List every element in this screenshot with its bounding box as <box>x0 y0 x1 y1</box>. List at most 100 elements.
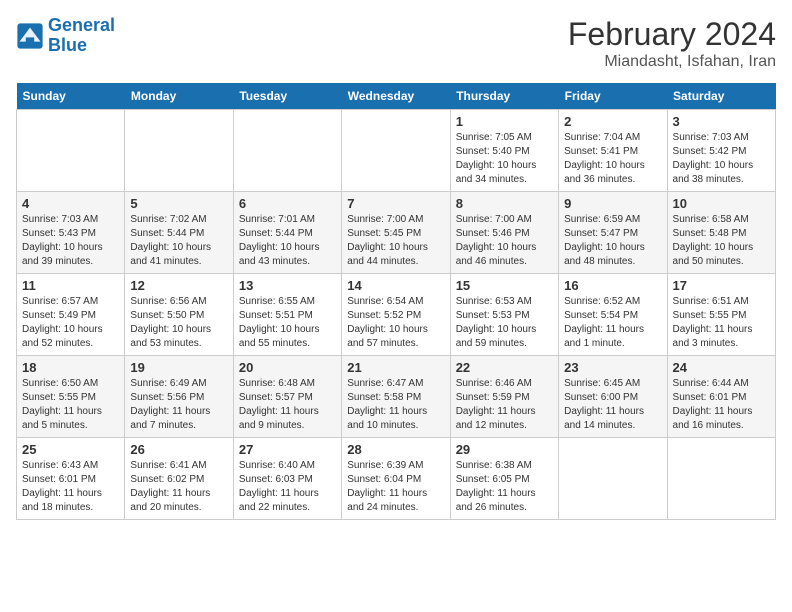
day-number: 28 <box>347 442 444 457</box>
day-number: 2 <box>564 114 661 129</box>
day-info: Sunrise: 6:53 AM Sunset: 5:53 PM Dayligh… <box>456 295 553 351</box>
day-number: 14 <box>347 278 444 293</box>
page-header: General Blue February 2024 Miandasht, Is… <box>16 16 776 71</box>
day-cell: 18 Sunrise: 6:50 AM Sunset: 5:55 PM Dayli… <box>17 356 125 438</box>
day-info: Sunrise: 6:38 AM Sunset: 6:05 PM Dayligh… <box>456 459 553 515</box>
day-cell: 12 Sunrise: 6:56 AM Sunset: 5:50 PM Dayli… <box>125 274 233 356</box>
day-cell: 3Sunrise: 7:03 AM Sunset: 5:42 PM Daylig… <box>667 110 775 192</box>
day-cell <box>559 438 667 520</box>
day-number: 3 <box>673 114 770 129</box>
day-info: Sunrise: 6:43 AM Sunset: 6:01 PM Dayligh… <box>22 459 119 515</box>
logo-text: General Blue <box>48 16 115 56</box>
day-cell: 8 Sunrise: 7:00 AM Sunset: 5:46 PM Daylig… <box>450 192 558 274</box>
day-number: 13 <box>239 278 336 293</box>
day-info: Sunrise: 6:52 AM Sunset: 5:54 PM Dayligh… <box>564 295 661 351</box>
day-cell <box>125 110 233 192</box>
day-number: 21 <box>347 360 444 375</box>
day-info: Sunrise: 6:40 AM Sunset: 6:03 PM Dayligh… <box>239 459 336 515</box>
day-number: 5 <box>130 196 227 211</box>
day-cell: 25 Sunrise: 6:43 AM Sunset: 6:01 PM Dayli… <box>17 438 125 520</box>
weekday-header-wednesday: Wednesday <box>342 83 450 110</box>
day-info: Sunrise: 7:02 AM Sunset: 5:44 PM Dayligh… <box>130 213 227 269</box>
day-cell: 16Sunrise: 6:52 AM Sunset: 5:54 PM Dayli… <box>559 274 667 356</box>
day-number: 6 <box>239 196 336 211</box>
day-cell: 27 Sunrise: 6:40 AM Sunset: 6:03 PM Dayli… <box>233 438 341 520</box>
day-number: 19 <box>130 360 227 375</box>
day-cell: 2Sunrise: 7:04 AM Sunset: 5:41 PM Daylig… <box>559 110 667 192</box>
day-number: 1 <box>456 114 553 129</box>
day-info: Sunrise: 6:56 AM Sunset: 5:50 PM Dayligh… <box>130 295 227 351</box>
day-info: Sunrise: 6:51 AM Sunset: 5:55 PM Dayligh… <box>673 295 770 351</box>
day-cell: 4 Sunrise: 7:03 AM Sunset: 5:43 PM Daylig… <box>17 192 125 274</box>
day-info: Sunrise: 6:47 AM Sunset: 5:58 PM Dayligh… <box>347 377 444 433</box>
logo-icon <box>16 22 44 50</box>
day-cell: 7 Sunrise: 7:00 AM Sunset: 5:45 PM Daylig… <box>342 192 450 274</box>
day-info: Sunrise: 7:00 AM Sunset: 5:46 PM Dayligh… <box>456 213 553 269</box>
day-number: 10 <box>673 196 770 211</box>
week-row-1: 1 Sunrise: 7:05 AM Sunset: 5:40 PM Daylig… <box>17 110 776 192</box>
day-info: Sunrise: 6:57 AM Sunset: 5:49 PM Dayligh… <box>22 295 119 351</box>
calendar-table: SundayMondayTuesdayWednesdayThursdayFrid… <box>16 83 776 520</box>
day-info: Sunrise: 6:41 AM Sunset: 6:02 PM Dayligh… <box>130 459 227 515</box>
day-cell: 28 Sunrise: 6:39 AM Sunset: 6:04 PM Dayli… <box>342 438 450 520</box>
day-info: Sunrise: 7:03 AM Sunset: 5:43 PM Dayligh… <box>22 213 119 269</box>
title-block: February 2024 Miandasht, Isfahan, Iran <box>568 16 776 71</box>
day-info: Sunrise: 6:50 AM Sunset: 5:55 PM Dayligh… <box>22 377 119 433</box>
day-number: 17 <box>673 278 770 293</box>
weekday-header-tuesday: Tuesday <box>233 83 341 110</box>
weekday-header-monday: Monday <box>125 83 233 110</box>
weekday-header-row: SundayMondayTuesdayWednesdayThursdayFrid… <box>17 83 776 110</box>
day-number: 11 <box>22 278 119 293</box>
day-number: 18 <box>22 360 119 375</box>
day-number: 20 <box>239 360 336 375</box>
day-info: Sunrise: 6:39 AM Sunset: 6:04 PM Dayligh… <box>347 459 444 515</box>
logo: General Blue <box>16 16 115 56</box>
weekday-header-thursday: Thursday <box>450 83 558 110</box>
day-info: Sunrise: 6:44 AM Sunset: 6:01 PM Dayligh… <box>673 377 770 433</box>
day-cell: 21 Sunrise: 6:47 AM Sunset: 5:58 PM Dayli… <box>342 356 450 438</box>
day-cell: 29 Sunrise: 6:38 AM Sunset: 6:05 PM Dayli… <box>450 438 558 520</box>
day-number: 12 <box>130 278 227 293</box>
day-number: 7 <box>347 196 444 211</box>
day-cell: 26 Sunrise: 6:41 AM Sunset: 6:02 PM Dayli… <box>125 438 233 520</box>
day-info: Sunrise: 7:00 AM Sunset: 5:45 PM Dayligh… <box>347 213 444 269</box>
day-info: Sunrise: 6:48 AM Sunset: 5:57 PM Dayligh… <box>239 377 336 433</box>
day-info: Sunrise: 6:45 AM Sunset: 6:00 PM Dayligh… <box>564 377 661 433</box>
day-cell: 20 Sunrise: 6:48 AM Sunset: 5:57 PM Dayli… <box>233 356 341 438</box>
day-info: Sunrise: 7:05 AM Sunset: 5:40 PM Dayligh… <box>456 131 553 187</box>
day-cell: 15Sunrise: 6:53 AM Sunset: 5:53 PM Dayli… <box>450 274 558 356</box>
day-cell: 10Sunrise: 6:58 AM Sunset: 5:48 PM Dayli… <box>667 192 775 274</box>
day-number: 29 <box>456 442 553 457</box>
day-cell: 13 Sunrise: 6:55 AM Sunset: 5:51 PM Dayli… <box>233 274 341 356</box>
day-info: Sunrise: 6:49 AM Sunset: 5:56 PM Dayligh… <box>130 377 227 433</box>
day-cell: 1 Sunrise: 7:05 AM Sunset: 5:40 PM Daylig… <box>450 110 558 192</box>
day-info: Sunrise: 6:55 AM Sunset: 5:51 PM Dayligh… <box>239 295 336 351</box>
day-info: Sunrise: 6:46 AM Sunset: 5:59 PM Dayligh… <box>456 377 553 433</box>
week-row-2: 4 Sunrise: 7:03 AM Sunset: 5:43 PM Daylig… <box>17 192 776 274</box>
day-cell: 19 Sunrise: 6:49 AM Sunset: 5:56 PM Dayli… <box>125 356 233 438</box>
day-number: 24 <box>673 360 770 375</box>
month-title: February 2024 <box>568 16 776 53</box>
day-info: Sunrise: 6:59 AM Sunset: 5:47 PM Dayligh… <box>564 213 661 269</box>
day-cell: 5 Sunrise: 7:02 AM Sunset: 5:44 PM Daylig… <box>125 192 233 274</box>
day-cell: 22 Sunrise: 6:46 AM Sunset: 5:59 PM Dayli… <box>450 356 558 438</box>
day-number: 27 <box>239 442 336 457</box>
week-row-4: 18 Sunrise: 6:50 AM Sunset: 5:55 PM Dayli… <box>17 356 776 438</box>
week-row-5: 25 Sunrise: 6:43 AM Sunset: 6:01 PM Dayli… <box>17 438 776 520</box>
day-cell <box>233 110 341 192</box>
day-info: Sunrise: 6:54 AM Sunset: 5:52 PM Dayligh… <box>347 295 444 351</box>
day-cell <box>667 438 775 520</box>
day-number: 4 <box>22 196 119 211</box>
day-cell: 9 Sunrise: 6:59 AM Sunset: 5:47 PM Daylig… <box>559 192 667 274</box>
day-number: 9 <box>564 196 661 211</box>
weekday-header-friday: Friday <box>559 83 667 110</box>
day-cell <box>17 110 125 192</box>
day-number: 8 <box>456 196 553 211</box>
day-cell <box>342 110 450 192</box>
day-number: 26 <box>130 442 227 457</box>
weekday-header-sunday: Sunday <box>17 83 125 110</box>
day-number: 22 <box>456 360 553 375</box>
day-number: 25 <box>22 442 119 457</box>
day-cell: 14 Sunrise: 6:54 AM Sunset: 5:52 PM Dayli… <box>342 274 450 356</box>
day-cell: 11 Sunrise: 6:57 AM Sunset: 5:49 PM Dayli… <box>17 274 125 356</box>
